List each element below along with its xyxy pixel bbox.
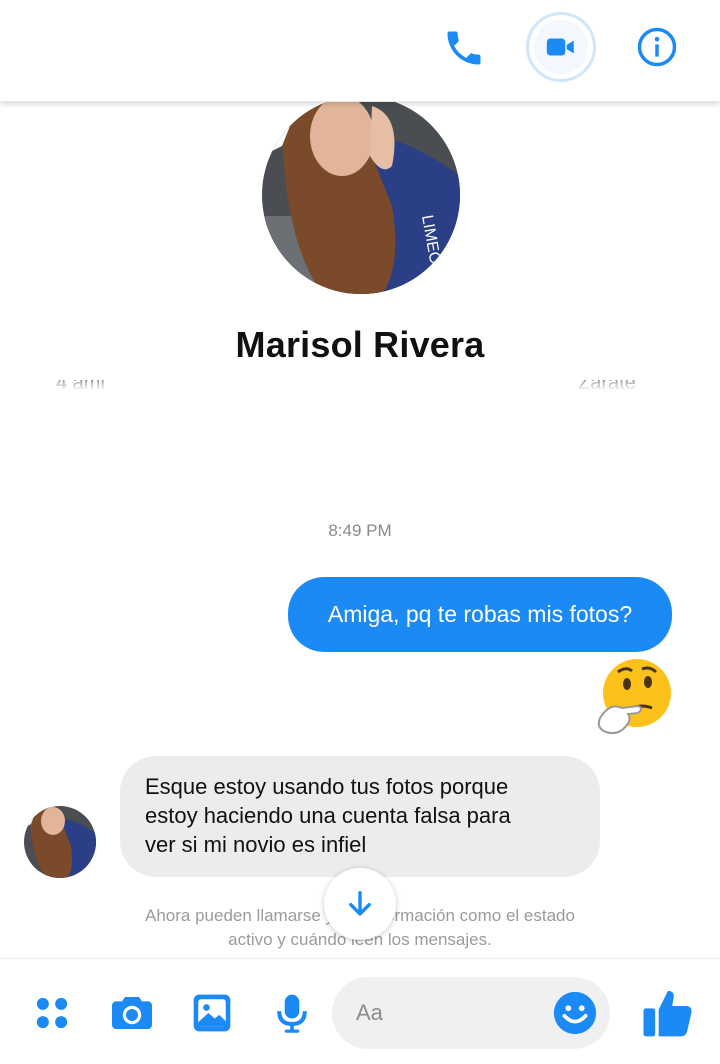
video-camera-icon — [546, 38, 574, 56]
message-composer — [0, 958, 720, 1064]
call-button[interactable] — [440, 24, 488, 72]
contact-name: Marisol Rivera — [235, 324, 485, 365]
camera-icon — [112, 997, 152, 1029]
message-line: ver si mi novio es infiel — [145, 832, 367, 857]
like-button[interactable] — [640, 985, 696, 1041]
more-button[interactable] — [26, 987, 78, 1039]
emoji-icon — [553, 991, 597, 1035]
message-input[interactable] — [356, 995, 536, 1031]
outgoing-message[interactable]: Amiga, pq te robas mis fotos? — [288, 577, 672, 652]
emoji-button[interactable] — [552, 990, 598, 1036]
video-call-button[interactable] — [526, 12, 596, 82]
message-timestamp: 8:49 PM — [328, 521, 392, 540]
chat-header — [0, 0, 720, 102]
redaction-overlay — [10, 392, 700, 444]
scroll-to-bottom-button[interactable] — [324, 868, 396, 940]
message-input-container[interactable] — [332, 977, 610, 1049]
thinking-face-icon[interactable] — [592, 656, 674, 738]
message-line: estoy haciendo una cuenta falsa para — [145, 803, 511, 828]
info-icon — [637, 27, 677, 67]
arrow-down-icon — [349, 890, 371, 916]
thumbs-up-icon — [643, 990, 692, 1037]
camera-button[interactable] — [106, 987, 158, 1039]
more-icon — [36, 997, 68, 1029]
incoming-message[interactable]: Esque estoy usando tus fotos porque esto… — [120, 756, 600, 877]
contact-avatar-small[interactable] — [24, 806, 96, 878]
contact-avatar[interactable]: LIMEO — [262, 96, 460, 294]
info-button[interactable] — [634, 24, 680, 70]
gallery-button[interactable] — [186, 987, 238, 1039]
microphone-icon — [277, 994, 307, 1033]
message-line: Esque estoy usando tus fotos porque — [145, 774, 509, 799]
phone-icon — [447, 31, 481, 65]
gallery-icon — [193, 994, 231, 1032]
microphone-button[interactable] — [266, 987, 318, 1039]
